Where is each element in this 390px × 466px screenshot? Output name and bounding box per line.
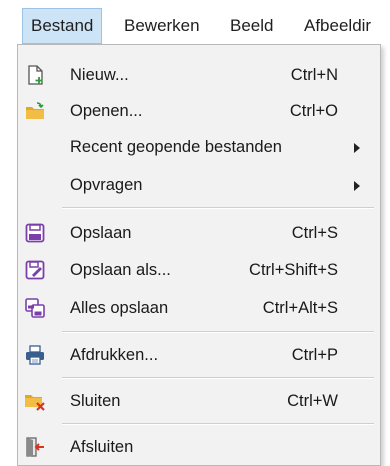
menu-beeld[interactable]: Beeld [222,8,281,44]
menu-separator [62,423,374,425]
exit-icon [24,436,46,458]
menu-item-shortcut: Ctrl+O [289,102,338,120]
submenu-arrow-icon [354,143,360,153]
menu-item-label: Opslaan als... [70,261,171,279]
menu-item-new[interactable]: Nieuw... Ctrl+N [18,57,380,93]
menu-item-label: Sluiten [70,392,121,410]
menu-item-shortcut: Ctrl+Shift+S [249,261,338,279]
menu-item-print[interactable]: Afdrukken... Ctrl+P [18,337,380,373]
open-folder-icon [24,100,46,122]
menu-item-label: Openen... [70,102,143,120]
menu-item-label: Recent geopende bestanden [70,138,282,156]
menu-item-label: Nieuw... [70,66,129,84]
menu-item-shortcut: Ctrl+W [287,392,338,410]
menu-item-shortcut: Ctrl+Alt+S [262,299,338,317]
printer-icon [24,344,46,366]
save-icon [24,222,46,244]
menu-item-retrieve[interactable]: Opvragen [18,167,380,203]
menu-separator [62,331,374,333]
menu-item-label: Opvragen [70,176,143,194]
menu-item-label: Opslaan [70,224,132,242]
menu-item-shortcut: Ctrl+N [290,66,338,84]
menu-item-save-as[interactable]: Opslaan als... Ctrl+Shift+S [18,252,380,288]
menu-item-shortcut: Ctrl+P [291,346,338,364]
close-folder-icon [24,390,46,412]
save-all-icon [24,297,46,319]
menu-separator [62,377,374,379]
menu-bestand[interactable]: Bestand [22,8,103,44]
menu-item-save-all[interactable]: Alles opslaan Ctrl+Alt+S [18,290,380,326]
menu-item-recent-files[interactable]: Recent geopende bestanden [18,129,380,165]
file-menu-dropdown: Nieuw... Ctrl+N Openen... Ctrl+O Recent … [17,44,381,466]
menu-item-label: Afdrukken... [70,346,159,364]
menu-item-label: Alles opslaan [70,299,169,317]
menu-item-shortcut: Ctrl+S [291,224,338,242]
menu-separator [62,207,374,209]
menu-afbeelding[interactable]: Afbeeldir [296,8,379,44]
submenu-arrow-icon [354,181,360,191]
menu-item-label: Afsluiten [70,438,134,456]
menu-item-open[interactable]: Openen... Ctrl+O [18,93,380,129]
save-as-icon [24,259,46,281]
menu-bewerken[interactable]: Bewerken [116,8,208,44]
menu-bar: Bestand Bewerken Beeld Afbeeldir [0,0,390,48]
menu-item-exit[interactable]: Afsluiten [18,429,380,465]
new-file-icon [24,64,46,86]
menu-item-save[interactable]: Opslaan Ctrl+S [18,215,380,251]
menu-item-close[interactable]: Sluiten Ctrl+W [18,383,380,419]
